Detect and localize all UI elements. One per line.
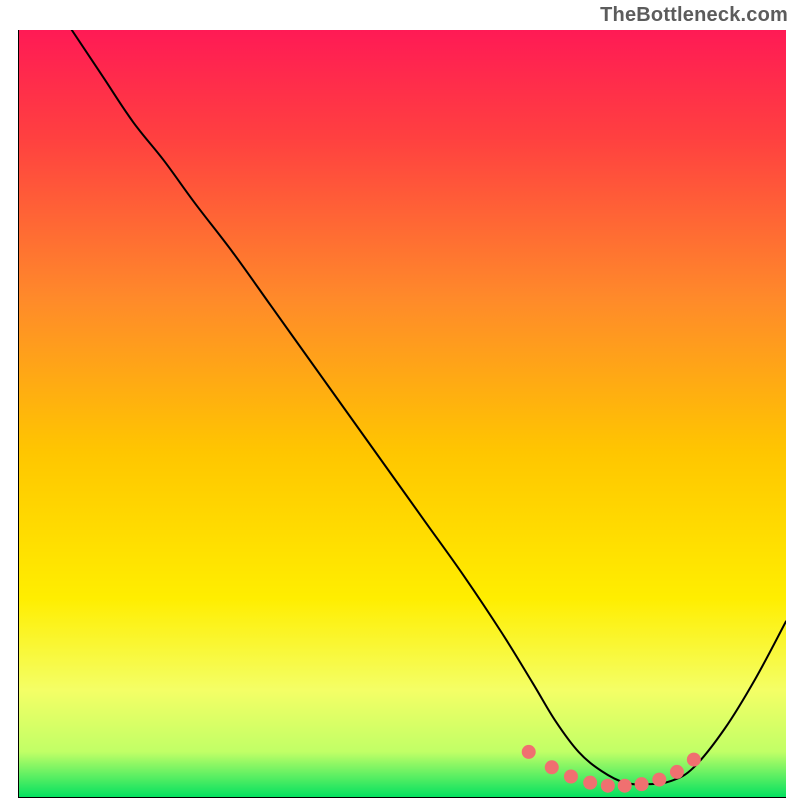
attribution-text: TheBottleneck.com [600,4,788,27]
chart-background-gradient [18,30,786,798]
bottom-marker-point [564,769,578,783]
bottom-marker-point [618,779,632,793]
bottom-marker-point [687,753,701,767]
bottom-marker-point [635,777,649,791]
bottom-marker-point [652,773,666,787]
bottom-marker-point [601,779,615,793]
bottom-marker-point [522,745,536,759]
bottom-marker-point [670,765,684,779]
bottleneck-chart [18,30,786,798]
bottom-marker-point [583,776,597,790]
bottom-marker-point [545,760,559,774]
